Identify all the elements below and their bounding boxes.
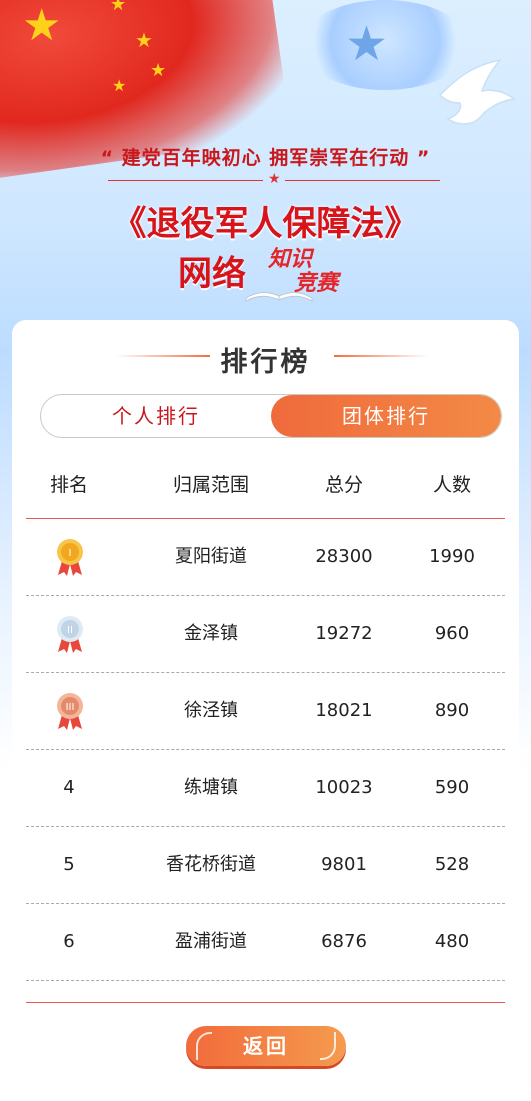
back-button[interactable]: 返回 [186,1026,346,1066]
table-row: II 金泽镇 19272 960 [26,596,505,673]
title-decoration-right [334,355,429,357]
cell-count: 590 [434,777,470,798]
table-row: 6 盈浦街道 6876 480 [26,904,505,981]
cell-area: 香花桥街道 [166,854,256,875]
header-count: 人数 [432,474,471,496]
slogan-text: “ 建党百年映初心 拥军崇军在行动 ” [100,147,431,169]
cell-score: 10023 [315,777,373,798]
cell-score: 19272 [315,623,373,644]
cell-area: 练塘镇 [184,777,238,798]
cell-count: 960 [434,623,470,644]
flag-star-icon: ★ [22,0,62,51]
emblem-star-icon: ★ [345,16,389,72]
tab-group-ranking[interactable]: 团体排行 [271,395,501,437]
button-decoration-right [320,1032,336,1060]
cell-score: 18021 [315,700,373,721]
divider-star-icon: ★ [268,171,281,187]
flag-star-icon: ★ [150,60,167,81]
tab-personal-ranking[interactable]: 个人排行 [41,395,271,437]
header-rank: 排名 [49,474,88,496]
subtitle-quiz-line1: 知识 [268,247,313,272]
cell-rank: 4 [63,777,75,798]
flag-star-icon: ★ [110,0,127,15]
cell-rank [26,673,112,749]
hero-banner: ★ ★ ★ ★ ★ ★ “ 建党百年映初心 拥军崇军在行动 ” ★ 《退役军人保… [0,0,531,330]
cell-rank: 5 [63,854,75,875]
cell-rank: 6 [63,931,75,952]
subtitle-net: 网络 [178,254,246,294]
ranking-tabs: 个人排行 团体排行 [40,394,502,438]
ranking-card: 排行榜 个人排行 团体排行 排名 归属范围 总分 人数 I 夏阳街道 28300… [12,320,519,1101]
cell-score: 6876 [321,931,367,952]
table-row: I 夏阳街道 28300 1990 [26,519,505,596]
back-button-label: 返回 [243,1034,289,1058]
table-bottom-divider [26,1002,505,1003]
header-area: 归属范围 [172,474,249,496]
cell-area: 夏阳街道 [175,546,247,567]
flag-star-icon: ★ [135,28,153,52]
cell-count: 480 [434,931,470,952]
page-title: 排行榜 [220,347,311,378]
cell-rank [26,596,112,672]
cell-rank [26,519,112,595]
cell-score: 28300 [315,546,373,567]
slogan-divider-right [285,180,440,181]
cell-count: 1990 [429,546,475,567]
button-decoration-left [196,1032,212,1060]
cell-area: 金泽镇 [184,623,238,644]
book-icon [245,292,313,302]
table-header: 排名 归属范围 总分 人数 [26,470,505,510]
cell-count: 890 [434,700,470,721]
cell-score: 9801 [321,854,367,875]
cell-area: 盈浦街道 [175,931,247,952]
header-score: 总分 [324,474,363,496]
cell-count: 528 [434,854,470,875]
table-row: III 徐泾镇 18021 890 [26,673,505,750]
law-title: 《退役军人保障法》 [112,204,419,244]
dove-icon [438,58,516,125]
cell-area: 徐泾镇 [184,700,238,721]
flag-star-icon: ★ [112,76,127,95]
table-row: 5 香花桥街道 9801 528 [26,827,505,904]
slogan-divider-left [108,180,263,181]
table-row: 4 练塘镇 10023 590 [26,750,505,827]
